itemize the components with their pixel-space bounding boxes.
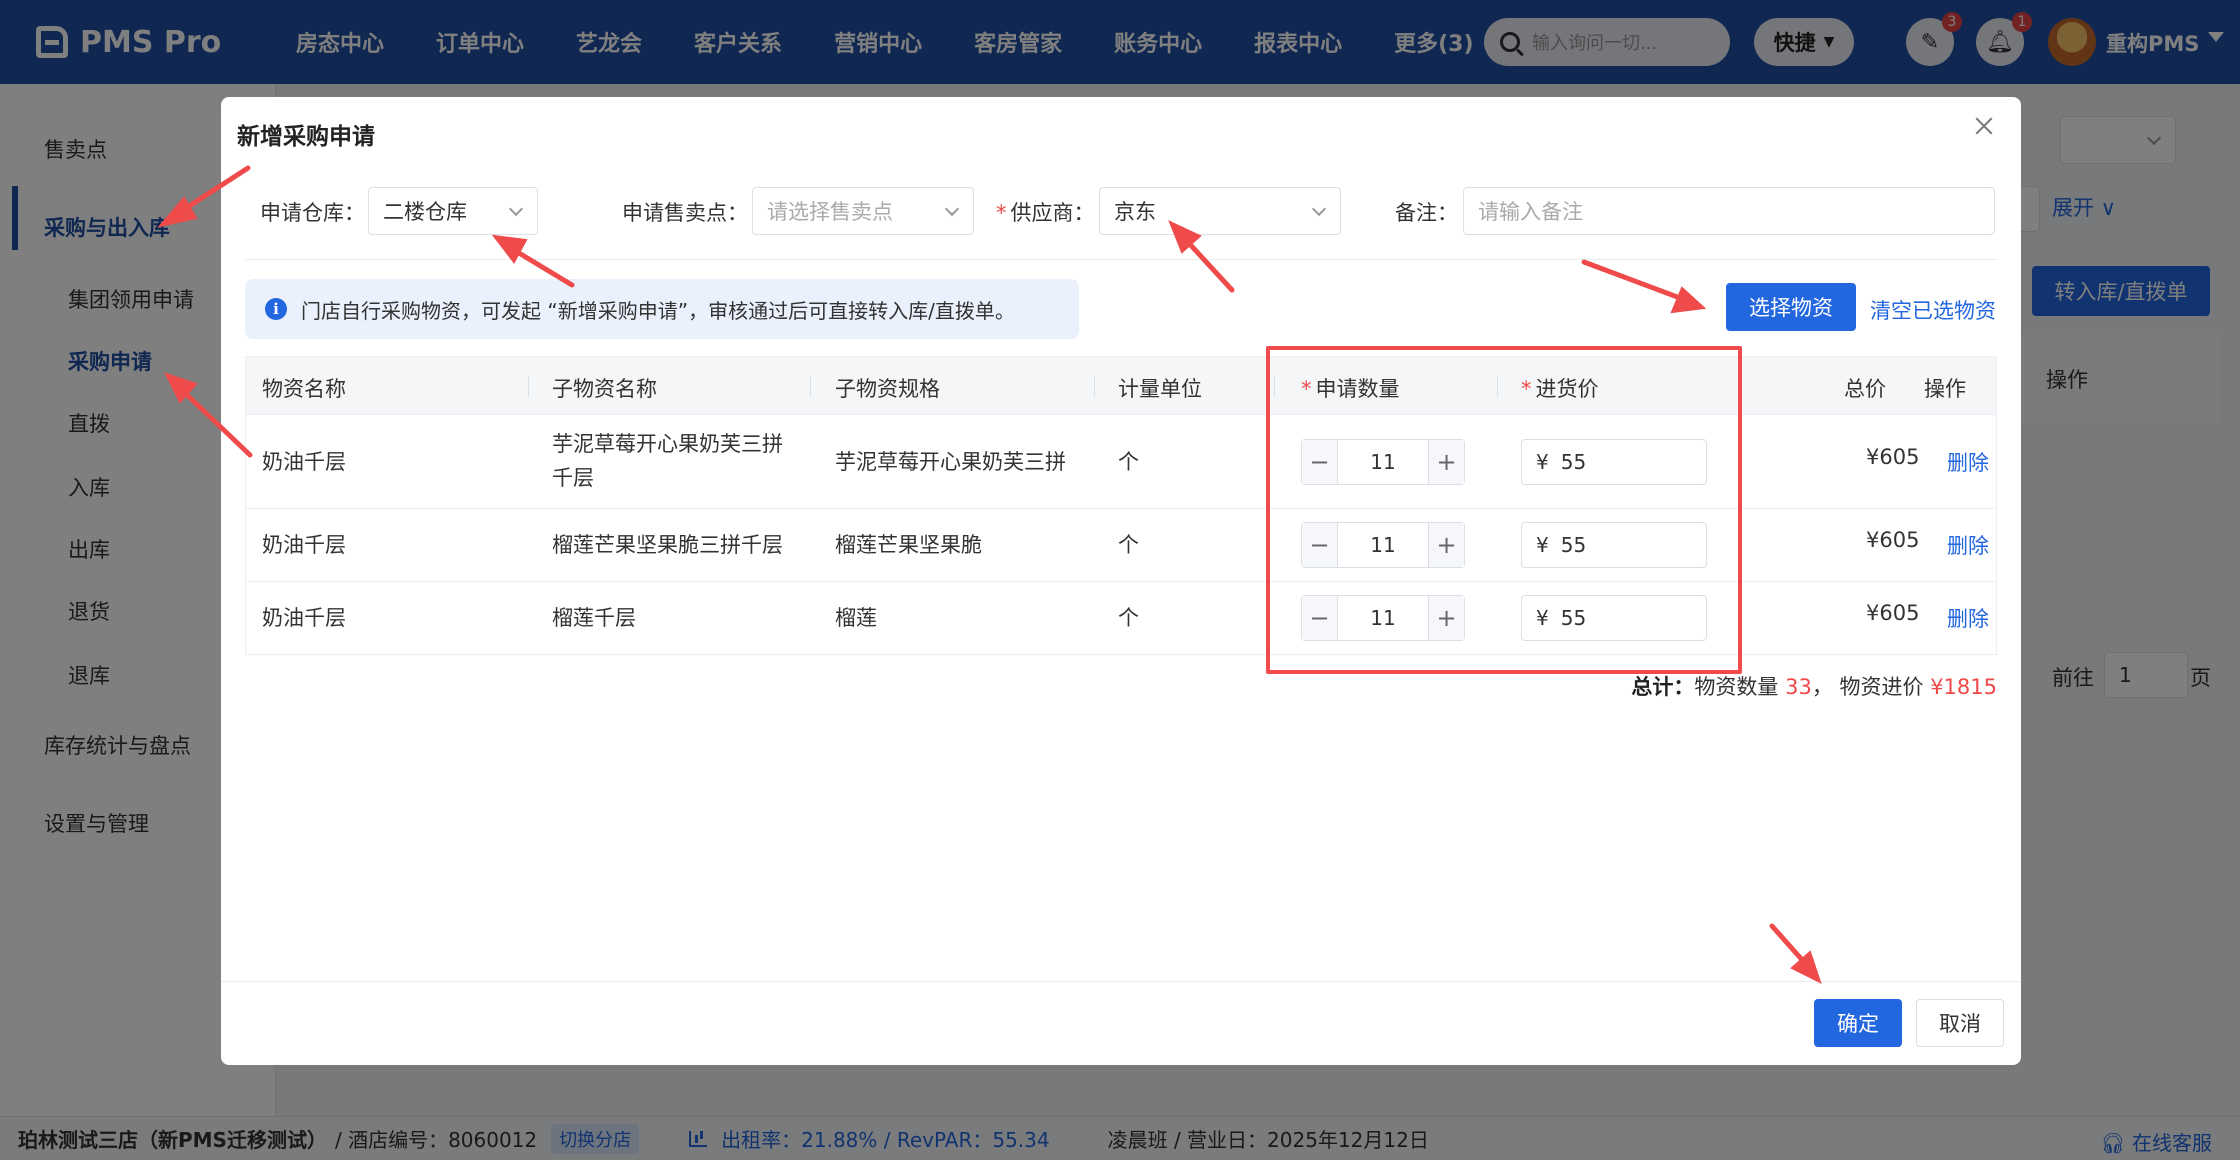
summary-qty-value: 33: [1785, 675, 1812, 699]
info-text: 门店自行采购物资，可发起 “新增采购申请”，审核通过后可直接转入库/直拨单。: [301, 298, 1015, 323]
note-label: 备注：: [1395, 201, 1458, 225]
col-separator: [1094, 375, 1095, 397]
delete-row-link[interactable]: 删除: [1947, 447, 1989, 477]
dialog-title: 新增采购申请: [237, 124, 375, 150]
close-icon[interactable]: [1973, 115, 1995, 137]
cell-total: ¥605: [1866, 528, 1920, 552]
supplier-select[interactable]: 京东: [1099, 187, 1341, 235]
col-spec: 子物资规格: [835, 377, 940, 401]
cell-total: ¥605: [1866, 445, 1920, 469]
note-input[interactable]: 请输入备注: [1463, 187, 1995, 235]
sales-point-placeholder: 请选择售卖点: [767, 200, 893, 224]
cancel-button[interactable]: 取消: [1916, 999, 2004, 1047]
col-separator: [528, 375, 529, 397]
warehouse-value: 二楼仓库: [383, 200, 467, 224]
col-sub-name: 子物资名称: [552, 377, 657, 401]
col-unit: 计量单位: [1118, 377, 1202, 401]
info-icon: i: [265, 298, 287, 320]
col-name: 物资名称: [262, 377, 346, 401]
col-action: 操作: [1924, 377, 1966, 401]
cell-unit: 个: [1118, 606, 1139, 630]
cell-sub-name: 榴莲千层: [552, 606, 636, 630]
sales-point-label: 申请售卖点：: [622, 201, 748, 225]
chevron-down-icon: [1311, 201, 1327, 217]
summary-totals: 总计：物资数量 33， 物资进价 ¥1815: [1631, 671, 1997, 701]
warehouse-select[interactable]: 二楼仓库: [368, 187, 538, 235]
cell-name: 奶油千层: [262, 450, 346, 474]
cell-spec: 榴莲: [835, 606, 877, 630]
clear-selected-link[interactable]: 清空已选物资: [1870, 295, 1996, 325]
form-divider: [245, 259, 1997, 260]
col-separator: [810, 375, 811, 397]
confirm-button[interactable]: 确定: [1814, 999, 1902, 1047]
summary-price-label: 物资进价: [1839, 675, 1924, 699]
warehouse-label: 申请仓库：: [260, 201, 365, 225]
supplier-value: 京东: [1114, 200, 1156, 224]
cell-spec: 芋泥草莓开心果奶芙三拼: [835, 450, 1066, 474]
sales-point-select[interactable]: 请选择售卖点: [752, 187, 974, 235]
chevron-down-icon: [944, 201, 960, 217]
cell-sub-name: 榴莲芒果坚果脆三拼千层: [552, 533, 783, 557]
select-materials-button[interactable]: 选择物资: [1726, 283, 1856, 331]
delete-row-link[interactable]: 删除: [1947, 603, 1989, 633]
col-total: 总价: [1844, 377, 1886, 401]
supplier-label-text: 供应商：: [1010, 201, 1095, 225]
annotation-highlight-box: [1266, 346, 1742, 674]
summary-label: 总计：: [1631, 675, 1695, 699]
supplier-label: * 供应商：: [996, 201, 1095, 225]
info-alert: i 门店自行采购物资，可发起 “新增采购申请”，审核通过后可直接转入库/直拨单。: [245, 279, 1079, 339]
cell-total: ¥605: [1866, 601, 1920, 625]
summary-price-value: ¥1815: [1930, 675, 1997, 699]
cell-name: 奶油千层: [262, 606, 346, 630]
cell-unit: 个: [1118, 533, 1139, 557]
cell-name: 奶油千层: [262, 533, 346, 557]
dialog-footer-divider: [221, 981, 2021, 982]
cell-spec: 榴莲芒果坚果脆: [835, 533, 982, 557]
delete-row-link[interactable]: 删除: [1947, 530, 1989, 560]
summary-separator: ，: [1811, 675, 1833, 699]
chevron-down-icon: [508, 201, 524, 217]
cell-unit: 个: [1118, 450, 1139, 474]
cell-sub-name: 芋泥草莓开心果奶芙三拼千层: [552, 432, 783, 490]
new-purchase-request-dialog: 新增采购申请 申请仓库： 二楼仓库 申请售卖点： 请选择售卖点 * 供应商： 京东…: [221, 97, 2021, 1065]
summary-qty-label: 物资数量: [1694, 675, 1779, 699]
